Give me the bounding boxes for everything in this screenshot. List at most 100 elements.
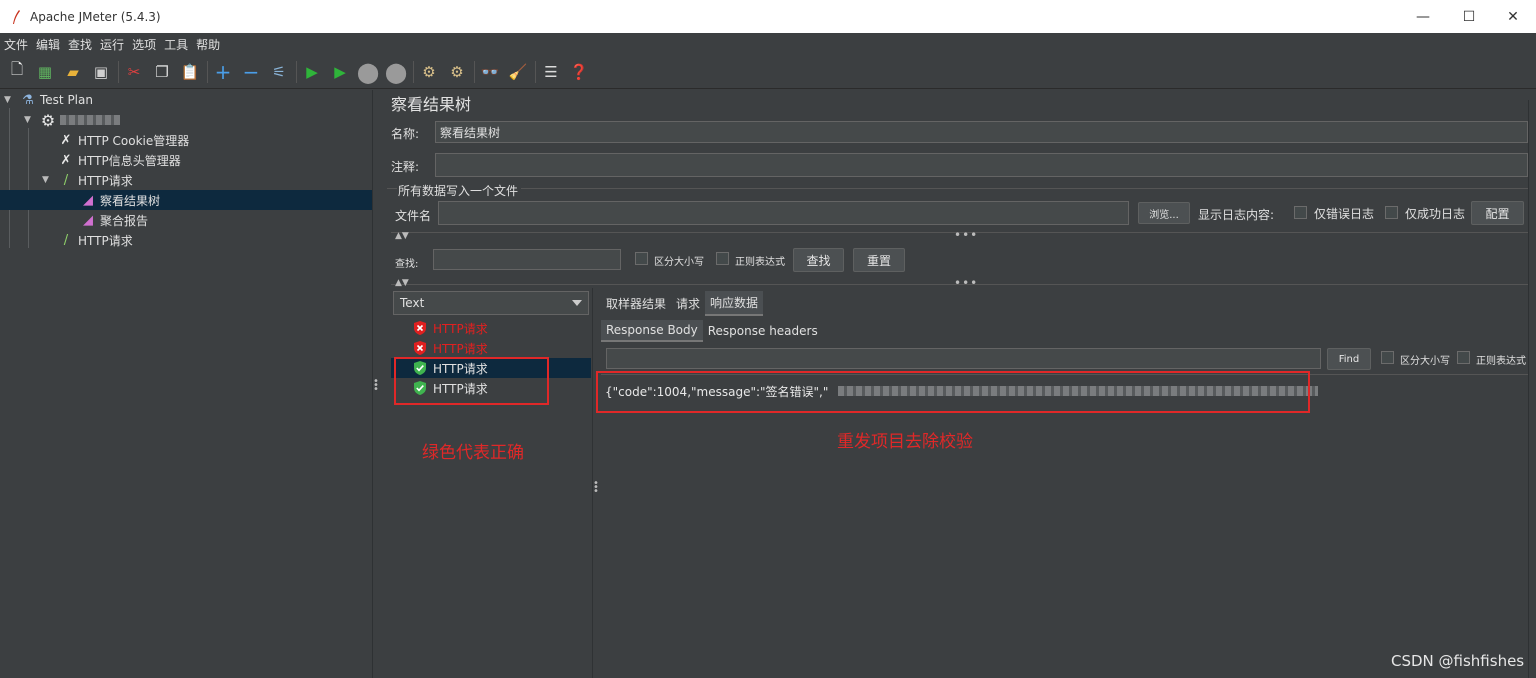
- help-icon[interactable]: ❓: [568, 61, 590, 83]
- menu-run[interactable]: 运行: [100, 36, 124, 53]
- tree-node-label: Test Plan: [40, 93, 93, 107]
- tab-response-body[interactable]: Response Body: [601, 320, 703, 342]
- collapse-arrows-icon[interactable]: ▲▼: [395, 278, 409, 288]
- function-helper-icon[interactable]: ☰: [540, 61, 562, 83]
- right-scrollbar[interactable]: [1528, 100, 1536, 678]
- menu-options[interactable]: 选项: [132, 36, 156, 53]
- annotation-box-success-rows: [394, 357, 549, 405]
- tree-node-cookie-manager[interactable]: ✗ HTTP Cookie管理器: [58, 130, 190, 150]
- new-icon[interactable]: 🗋: [6, 60, 28, 83]
- clear-all-icon[interactable]: ⚙: [446, 61, 468, 83]
- chart-icon: ◢: [83, 212, 93, 228]
- tab-request[interactable]: 请求: [671, 292, 705, 315]
- result-row-error[interactable]: HTTP请求: [391, 338, 591, 358]
- toolbar-separator: [413, 60, 414, 83]
- case-sensitive-label: 区分大小写: [654, 257, 704, 268]
- tree-node-http-request-2[interactable]: / HTTP请求: [58, 230, 133, 250]
- chevron-down-icon[interactable]: ▼: [24, 115, 34, 125]
- copy-icon[interactable]: ❐: [151, 61, 173, 83]
- open-icon[interactable]: ▰: [62, 61, 84, 83]
- menu-bar: 文件 编辑 查找 运行 选项 工具 帮助: [0, 33, 1536, 55]
- menu-edit[interactable]: 编辑: [36, 36, 60, 53]
- templates-icon[interactable]: ▦: [34, 61, 56, 83]
- response-body-area[interactable]: {"code":1004,"message":"签名错误",": [601, 374, 1528, 678]
- result-label: HTTP请求: [433, 321, 488, 336]
- response-regex-checkbox[interactable]: [1457, 351, 1470, 364]
- tree-node-header-manager[interactable]: ✗ HTTP信息头管理器: [58, 150, 181, 170]
- drag-handle-icon[interactable]: •••: [954, 228, 978, 242]
- tree-node-aggregate-report[interactable]: ◢ 聚合报告: [80, 210, 148, 230]
- filename-field[interactable]: [438, 201, 1129, 225]
- minimize-button[interactable]: —: [1400, 0, 1446, 33]
- comment-field[interactable]: [435, 153, 1528, 177]
- tree-node-http-request[interactable]: ▼ / HTTP请求: [42, 170, 133, 190]
- case-sensitive-checkbox[interactable]: [635, 252, 648, 265]
- renderer-value: Text: [400, 296, 425, 310]
- find-button[interactable]: 查找: [793, 248, 844, 272]
- toolbar-separator: [296, 60, 297, 83]
- renderer-select[interactable]: Text: [393, 291, 589, 315]
- test-plan-tree: ▼ ⚗ Test Plan ▼ ⚙ ✗ HTTP Cookie管理器 ✗ HTT…: [0, 90, 372, 678]
- toolbar-separator: [118, 60, 119, 83]
- search-icon[interactable]: 👓: [479, 61, 501, 83]
- menu-search[interactable]: 查找: [68, 36, 92, 53]
- tree-node-view-results-tree[interactable]: ◢ 察看结果树: [0, 190, 372, 210]
- fieldset-line: [521, 188, 1528, 189]
- result-tabs: 取样器结果 请求 响应数据: [601, 290, 764, 316]
- title-bar: Apache JMeter (5.4.3) — ☐ ✕: [0, 0, 1536, 33]
- tree-node-label: 察看结果树: [100, 193, 161, 208]
- chevron-down-icon[interactable]: ▼: [4, 95, 14, 105]
- expand-icon[interactable]: +: [212, 60, 234, 84]
- browse-button[interactable]: 浏览...: [1138, 202, 1190, 224]
- collapse-arrows-icon[interactable]: ▲▼: [395, 231, 409, 241]
- drag-handle-icon[interactable]: •••: [954, 276, 978, 290]
- collapse-icon[interactable]: −: [240, 60, 262, 84]
- regex-checkbox[interactable]: [716, 252, 729, 265]
- error-shield-icon: [414, 341, 426, 355]
- pipette-icon: /: [63, 172, 69, 188]
- tab-response-headers[interactable]: Response headers: [703, 321, 823, 341]
- toolbar-separator: [535, 60, 536, 83]
- start-icon[interactable]: ▶: [301, 61, 323, 83]
- annotation-green-correct: 绿色代表正确: [422, 443, 524, 463]
- maximize-button[interactable]: ☐: [1446, 0, 1492, 33]
- save-icon[interactable]: ▣: [90, 61, 112, 83]
- cut-icon[interactable]: ✂: [123, 61, 145, 83]
- flask-icon: ⚗: [22, 92, 34, 108]
- response-find-button[interactable]: Find: [1327, 348, 1371, 370]
- tab-response-data[interactable]: 响应数据: [705, 290, 764, 316]
- tree-guide-line: [9, 108, 10, 248]
- clear-icon[interactable]: ⚙: [418, 61, 440, 83]
- menu-tools[interactable]: 工具: [164, 36, 188, 53]
- vertical-drag-handle-icon[interactable]: • • •: [593, 479, 599, 497]
- tree-node-thread-group[interactable]: ▼ ⚙: [24, 110, 120, 130]
- menu-file[interactable]: 文件: [4, 36, 28, 53]
- tab-sampler-result[interactable]: 取样器结果: [601, 292, 671, 315]
- response-subtabs: Response Body Response headers: [601, 318, 823, 344]
- shutdown-icon[interactable]: ⬤: [385, 60, 407, 84]
- search-input[interactable]: [433, 249, 621, 270]
- response-case-checkbox[interactable]: [1381, 351, 1394, 364]
- panel-title: 察看结果树: [391, 95, 472, 114]
- tree-node-label: HTTP信息头管理器: [78, 153, 181, 168]
- chevron-down-icon[interactable]: ▼: [42, 175, 52, 185]
- name-field[interactable]: 察看结果树: [435, 121, 1528, 143]
- vertical-drag-handle-icon[interactable]: • • •: [373, 377, 379, 395]
- paste-icon[interactable]: 📋: [179, 61, 201, 83]
- menu-help[interactable]: 帮助: [196, 36, 220, 53]
- reset-search-icon[interactable]: 🧹: [507, 61, 529, 83]
- result-row-error[interactable]: HTTP请求: [391, 318, 591, 338]
- start-no-pause-icon[interactable]: ▶: [329, 61, 351, 83]
- tree-guide-line: [28, 128, 29, 248]
- reset-button[interactable]: 重置: [853, 248, 905, 272]
- wrench-icon: ✗: [60, 132, 72, 148]
- tree-node-test-plan[interactable]: ▼ ⚗ Test Plan: [4, 90, 93, 110]
- configure-button[interactable]: 配置: [1471, 201, 1524, 225]
- success-only-checkbox[interactable]: [1385, 206, 1398, 219]
- toggle-icon[interactable]: ⚟: [268, 61, 290, 83]
- jmeter-feather-icon: [13, 9, 20, 24]
- response-find-input[interactable]: [606, 348, 1321, 369]
- close-button[interactable]: ✕: [1490, 0, 1536, 33]
- stop-icon[interactable]: ⬤: [357, 60, 379, 84]
- errors-only-checkbox[interactable]: [1294, 206, 1307, 219]
